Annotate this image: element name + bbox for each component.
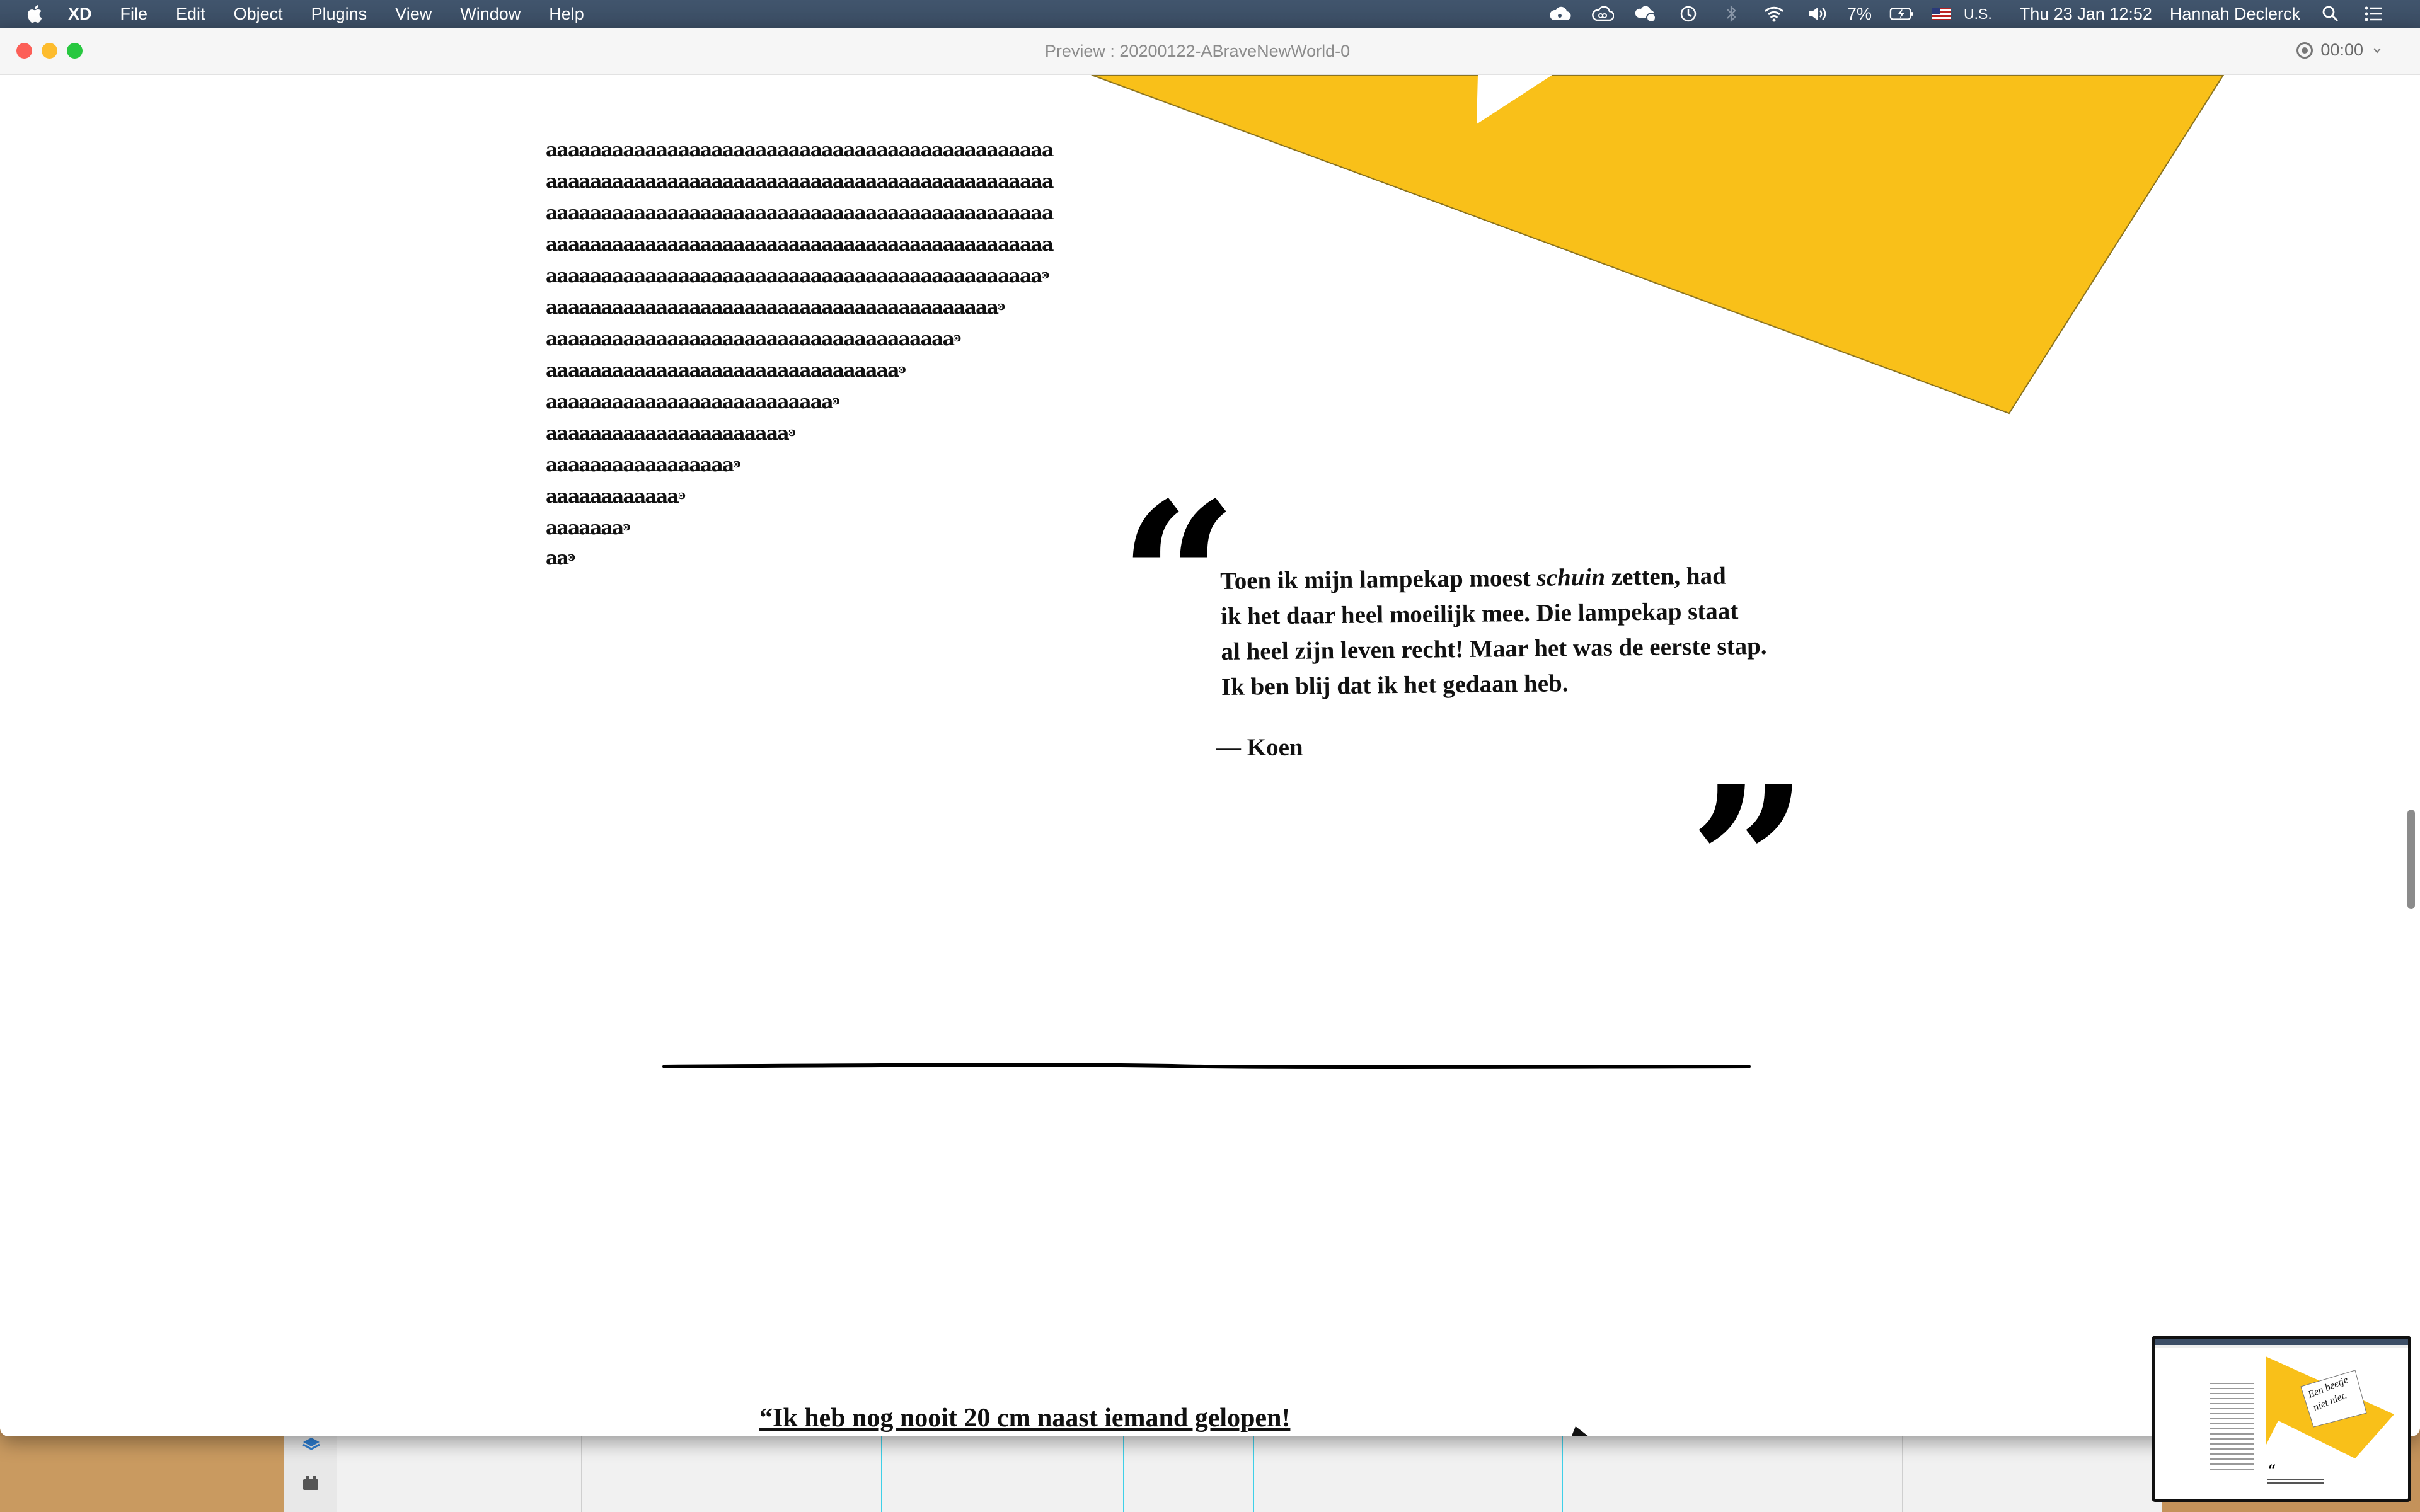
battery-charging-icon[interactable]	[1889, 4, 1915, 23]
menu-help[interactable]: Help	[549, 0, 584, 28]
spotlight-search-icon[interactable]	[2318, 4, 2343, 23]
xd-guide-line	[881, 1436, 882, 1512]
divider-line	[662, 1063, 1751, 1069]
menu-window[interactable]: Window	[460, 0, 521, 28]
record-icon[interactable]	[2296, 42, 2313, 59]
layers-icon[interactable]	[301, 1436, 321, 1450]
menu-view[interactable]: View	[395, 0, 432, 28]
menu-edit[interactable]: Edit	[176, 0, 205, 28]
wifi-icon[interactable]	[1761, 4, 1787, 23]
window-title: Preview : 20200122-ABraveNewWorld-0	[1044, 42, 1351, 60]
screenshot-thumbnail[interactable]: Een beetje niet niet. “	[2152, 1336, 2411, 1502]
menu-clock[interactable]: Thu 23 Jan 12:52	[2020, 4, 2152, 24]
time-machine-icon[interactable]	[1676, 4, 1701, 23]
menu-plugins[interactable]: Plugins	[311, 0, 367, 28]
xd-guide-line	[1562, 1436, 1563, 1512]
xd-artboard-edge	[581, 1436, 582, 1512]
notification-center-icon[interactable]	[2361, 4, 2386, 23]
xd-canvas-area	[284, 1436, 2162, 1512]
apple-icon[interactable]	[24, 3, 47, 25]
menu-user[interactable]: Hannah Declerck	[2170, 4, 2300, 24]
battery-percent: 7%	[1847, 4, 1872, 23]
bottom-quote-heading: “Ik heb nog nooit 20 cm naast iemand gel…	[759, 1404, 1291, 1433]
input-source[interactable]: U.S.	[1964, 6, 1992, 23]
record-timer[interactable]: 00:00	[2296, 40, 2382, 60]
xd-artboard-edge	[1902, 1436, 1903, 1512]
bluetooth-icon[interactable]	[1719, 4, 1744, 23]
creative-cloud-icon[interactable]	[1547, 4, 1572, 23]
arrow-tip-icon	[1571, 1426, 1589, 1436]
timer-value: 00:00	[2320, 40, 2363, 59]
menu-bar: XD File Edit Object Plugins View Window …	[0, 0, 2420, 28]
creative-cloud-sync-icon[interactable]	[1590, 4, 1615, 23]
chevron-down-icon[interactable]	[2372, 45, 2382, 55]
volume-icon[interactable]	[1804, 4, 1829, 23]
desktop-background	[0, 1436, 284, 1512]
xd-guide-line	[1123, 1436, 1124, 1512]
menu-object[interactable]: Object	[234, 0, 283, 28]
us-flag-icon[interactable]	[1932, 8, 1951, 20]
menu-app-xd[interactable]: XD	[68, 0, 92, 28]
preview-canvas[interactable]: aaaaaaaaaaaaaaaaaaaaaaaaaaaaaaaaaaaaaaaa…	[0, 75, 2420, 1436]
xd-guide-line	[1253, 1436, 1254, 1512]
preview-window: Preview : 20200122-ABraveNewWorld-0 00:0…	[0, 28, 2420, 1436]
scrollbar-thumb[interactable]	[2407, 810, 2415, 909]
thumbnail-quote-mark: “	[2268, 1462, 2276, 1479]
window-titlebar[interactable]: Preview : 20200122-ABraveNewWorld-0 00:0…	[0, 28, 2420, 75]
cloud-badge-icon[interactable]	[1633, 4, 1658, 23]
plugins-icon[interactable]	[301, 1474, 320, 1492]
menu-file[interactable]: File	[120, 0, 148, 28]
